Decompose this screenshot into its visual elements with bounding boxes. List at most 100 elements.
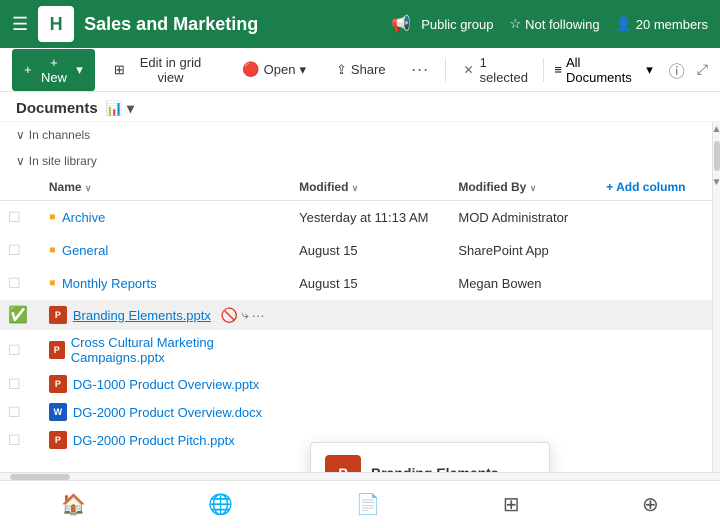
table-row[interactable]: ☐ P Cross Cultural Marketing Campaigns.p… xyxy=(0,330,712,370)
settings-icon[interactable]: 📢 xyxy=(391,14,411,34)
modified-by-cell: MOD Administrator xyxy=(450,201,598,235)
table-row[interactable]: ☐ ▪ Monthly Reports August 15 Megan Bowe… xyxy=(0,267,712,300)
new-chevron-icon: ▾ xyxy=(76,62,83,78)
home-nav-icon[interactable]: 🏠 xyxy=(61,492,86,517)
public-group-label: Public group xyxy=(421,17,493,32)
name-header-label: Name xyxy=(49,180,82,194)
modified-by-cell: SharePoint App xyxy=(450,234,598,267)
expand-icon[interactable]: ⤢ xyxy=(697,61,708,78)
table-row[interactable]: ✅ P Branding Elements.pptx 🚫 ⤷ ··· xyxy=(0,300,712,330)
in-site-library-section[interactable]: ∨ In site library xyxy=(0,148,712,174)
extra-col-cell xyxy=(598,300,712,330)
row-checkbox[interactable]: ☐ xyxy=(0,398,41,426)
more-options-button[interactable]: ··· xyxy=(405,59,435,80)
table-row[interactable]: ☐ W DG-2000 Product Overview.docx xyxy=(0,398,712,426)
file-name-link[interactable]: Monthly Reports xyxy=(62,276,157,291)
vertical-scrollbar[interactable]: ▲ ▼ xyxy=(712,122,720,472)
file-name-link[interactable]: DG-2000 Product Pitch.pptx xyxy=(73,433,235,448)
view-switcher-icon[interactable]: 📊 ▾ xyxy=(106,100,134,117)
scroll-up-button[interactable]: ▲ xyxy=(710,122,720,137)
document-nav-icon[interactable]: 📄 xyxy=(356,492,381,517)
modified-by-value: SharePoint App xyxy=(458,243,548,258)
modified-by-cell xyxy=(450,370,598,398)
row-checkbox[interactable]: ☐ xyxy=(0,426,41,454)
command-divider-2 xyxy=(543,58,544,82)
modified-cell: Yesterday at 11:13 AM xyxy=(291,201,450,235)
documents-title: Documents xyxy=(16,100,98,117)
modified-header-label: Modified xyxy=(299,180,348,194)
file-detail-popup: P Branding Elements ⇪ See details ⊗ You … xyxy=(310,442,550,472)
delete-icon[interactable]: 🚫 xyxy=(221,307,238,324)
modified-cell xyxy=(291,370,450,398)
more-row-icon[interactable]: ··· xyxy=(252,308,265,323)
h-scroll-thumb[interactable] xyxy=(10,474,70,480)
all-documents-dropdown[interactable]: ≡ All Documents ▾ xyxy=(554,55,652,85)
row-checkbox[interactable]: ☐ xyxy=(0,201,41,235)
row-checkbox[interactable]: ✅ xyxy=(0,300,41,330)
modified-cell: August 15 xyxy=(291,234,450,267)
filter-icon: ≡ xyxy=(554,62,562,77)
row-checkbox[interactable]: ☐ xyxy=(0,267,41,300)
modified-cell xyxy=(291,300,450,330)
grid-nav-icon[interactable]: ⊞ xyxy=(503,492,520,517)
open-chevron-icon: ▾ xyxy=(299,62,306,78)
open-button[interactable]: 🔴 Open ▾ xyxy=(231,55,317,84)
hamburger-menu-icon[interactable]: ☰ xyxy=(12,14,28,35)
in-channels-section[interactable]: ∨ In channels xyxy=(0,122,712,148)
scroll-down-button[interactable]: ▼ xyxy=(710,175,720,190)
modified-by-value: MOD Administrator xyxy=(458,210,568,225)
row-checkbox[interactable]: ☐ xyxy=(0,370,41,398)
file-name-link[interactable]: DG-2000 Product Overview.docx xyxy=(73,405,262,420)
clear-selection-icon[interactable]: ✕ xyxy=(464,63,474,77)
members-button[interactable]: 👤 20 members xyxy=(616,16,708,32)
in-site-library-chevron-icon: ∨ xyxy=(16,154,25,168)
edit-grid-view-button[interactable]: ⊞ Edit in grid view xyxy=(103,49,223,91)
file-name-link[interactable]: Cross Cultural Marketing Campaigns.pptx xyxy=(71,335,283,365)
file-name-cell: ▪ Archive xyxy=(41,201,291,235)
modified-cell xyxy=(291,398,450,426)
name-column-header[interactable]: Name ∨ xyxy=(41,174,291,201)
info-icon[interactable]: ⓘ xyxy=(669,58,685,82)
app-logo: H xyxy=(38,6,74,42)
add-column-label: + Add column xyxy=(606,180,685,194)
file-name-cell: ▪ Monthly Reports xyxy=(41,267,291,300)
follow-button[interactable]: ☆ Not following xyxy=(509,16,599,32)
file-name-link[interactable]: DG-1000 Product Overview.pptx xyxy=(73,377,259,392)
row-checkbox[interactable]: ☐ xyxy=(0,234,41,267)
public-group-indicator[interactable]: Public group xyxy=(421,17,493,32)
file-list-table: Name ∨ Modified ∨ Modified By ∨ + Add co… xyxy=(0,174,712,454)
follow-label: Not following xyxy=(525,17,599,32)
nav-actions: Public group ☆ Not following 👤 20 member… xyxy=(421,16,708,32)
file-name-cell: W DG-2000 Product Overview.docx xyxy=(41,398,291,426)
modified-cell xyxy=(291,330,450,370)
table-row[interactable]: ☐ ▪ General August 15 SharePoint App xyxy=(0,234,712,267)
new-button[interactable]: + + New ▾ xyxy=(12,49,95,91)
folder-icon: ▪ xyxy=(49,239,56,262)
horizontal-scrollbar[interactable] xyxy=(0,472,720,480)
modified-by-sort-icon: ∨ xyxy=(530,183,537,193)
file-name-link[interactable]: Branding Elements.pptx xyxy=(73,308,211,323)
extra-col-cell xyxy=(598,398,712,426)
scroll-thumb[interactable] xyxy=(714,141,720,171)
modified-column-header[interactable]: Modified ∨ xyxy=(291,174,450,201)
table-row[interactable]: ☐ ▪ Archive Yesterday at 11:13 AM MOD Ad… xyxy=(0,201,712,235)
modified-cell: August 15 xyxy=(291,267,450,300)
members-label: 20 members xyxy=(636,17,708,32)
modified-by-column-header[interactable]: Modified By ∨ xyxy=(450,174,598,201)
file-name-link[interactable]: General xyxy=(62,243,108,258)
file-name-cell: P Branding Elements.pptx 🚫 ⤷ ··· xyxy=(41,300,291,330)
modified-value: August 15 xyxy=(299,243,358,258)
file-name-link[interactable]: Archive xyxy=(62,210,105,225)
modified-value: August 15 xyxy=(299,276,358,291)
members-icon: 👤 xyxy=(616,16,632,32)
share-button[interactable]: ⇪ Share xyxy=(325,56,397,84)
extra-col-cell xyxy=(598,330,712,370)
table-row[interactable]: ☐ P DG-1000 Product Overview.pptx xyxy=(0,370,712,398)
add-column-header[interactable]: + Add column xyxy=(598,174,712,201)
plus-nav-icon[interactable]: ⊕ xyxy=(642,492,659,517)
globe-nav-icon[interactable]: 🌐 xyxy=(208,492,233,517)
extra-col-cell xyxy=(598,370,712,398)
share-row-icon[interactable]: ⤷ xyxy=(241,307,248,323)
row-checkbox[interactable]: ☐ xyxy=(0,330,41,370)
popup-title: Branding Elements xyxy=(371,465,499,472)
